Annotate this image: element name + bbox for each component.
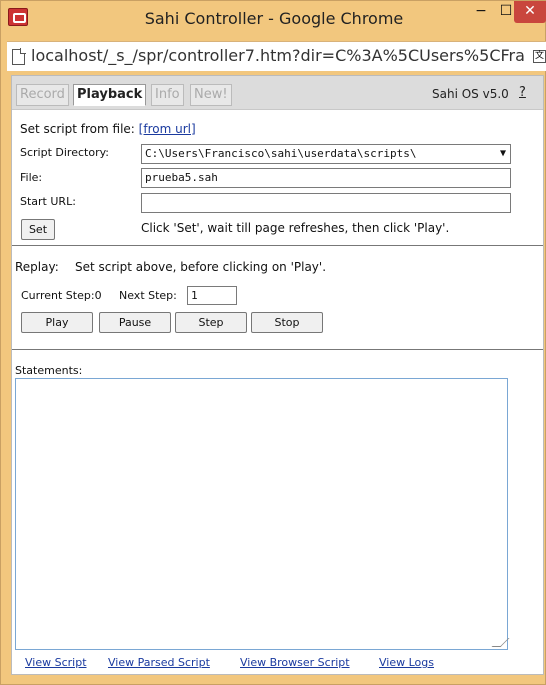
from-url-link[interactable]: [from url] — [139, 122, 196, 136]
replay-hint: Set script above, before clicking on 'Pl… — [75, 260, 327, 274]
set-script-label: Set script from file: [from url] — [20, 122, 196, 136]
statements-label: Statements: — [15, 364, 83, 377]
address-bar[interactable]: localhost/_s_/spr/controller7.htm?dir=C%… — [7, 41, 546, 71]
resize-grip-icon[interactable] — [491, 638, 510, 647]
version-label: Sahi OS v5.0 — [432, 87, 509, 101]
title-bar: Sahi Controller - Google Chrome − ☐ ✕ — [1, 1, 546, 37]
script-dir-select[interactable]: C:\Users\Francisco\sahi\userdata\scripts… — [141, 144, 511, 164]
statements-textarea[interactable] — [15, 378, 510, 650]
start-url-label: Start URL: — [20, 195, 76, 208]
close-button[interactable]: ✕ — [514, 1, 546, 23]
tab-playback[interactable]: Playback — [73, 84, 147, 106]
view-browser-script-link[interactable]: View Browser Script — [240, 656, 350, 669]
step-button[interactable]: Step — [175, 312, 247, 333]
start-url-input[interactable] — [141, 193, 511, 213]
minimize-button[interactable]: − — [469, 1, 493, 23]
next-step-label: Next Step: — [119, 289, 177, 302]
translate-icon[interactable]: 文 — [533, 50, 546, 63]
replay-section: Replay: Set script above, before clickin… — [12, 246, 543, 350]
pause-button[interactable]: Pause — [99, 312, 171, 333]
tab-bar: Record Playback Info New! Sahi OS v5.0 ? — [12, 76, 543, 110]
script-section: Set script from file: [from url] Script … — [12, 110, 543, 246]
script-dir-label: Script Directory: — [20, 146, 110, 159]
window-title: Sahi Controller - Google Chrome — [144, 9, 404, 28]
controller-panel: Record Playback Info New! Sahi OS v5.0 ?… — [11, 75, 544, 675]
view-script-link[interactable]: View Script — [25, 656, 87, 669]
statements-section: Statements: View Script View Parsed Scri… — [12, 350, 543, 674]
view-logs-link[interactable]: View Logs — [379, 656, 434, 669]
stop-button[interactable]: Stop — [251, 312, 323, 333]
set-hint: Click 'Set', wait till page refreshes, t… — [141, 221, 450, 235]
tab-info[interactable]: Info — [151, 84, 184, 106]
tab-new[interactable]: New! — [190, 84, 232, 106]
view-parsed-script-link[interactable]: View Parsed Script — [108, 656, 210, 669]
set-button[interactable]: Set — [21, 219, 55, 240]
tab-record[interactable]: Record — [16, 84, 69, 106]
help-link[interactable]: ? — [519, 85, 526, 100]
browser-window: Sahi Controller - Google Chrome − ☐ ✕ lo… — [0, 0, 546, 685]
script-dir-value: C:\Users\Francisco\sahi\userdata\scripts… — [145, 147, 417, 160]
url-text[interactable]: localhost/_s_/spr/controller7.htm?dir=C%… — [31, 46, 525, 65]
file-label: File: — [20, 171, 43, 184]
dropdown-arrow-icon: ▼ — [499, 148, 506, 159]
page-icon — [12, 48, 26, 65]
current-step-label: Current Step:0 — [21, 289, 102, 302]
file-input[interactable]: prueba5.sah — [141, 168, 511, 188]
next-step-input[interactable]: 1 — [187, 286, 237, 305]
play-button[interactable]: Play — [21, 312, 93, 333]
replay-label: Replay: — [15, 260, 59, 274]
